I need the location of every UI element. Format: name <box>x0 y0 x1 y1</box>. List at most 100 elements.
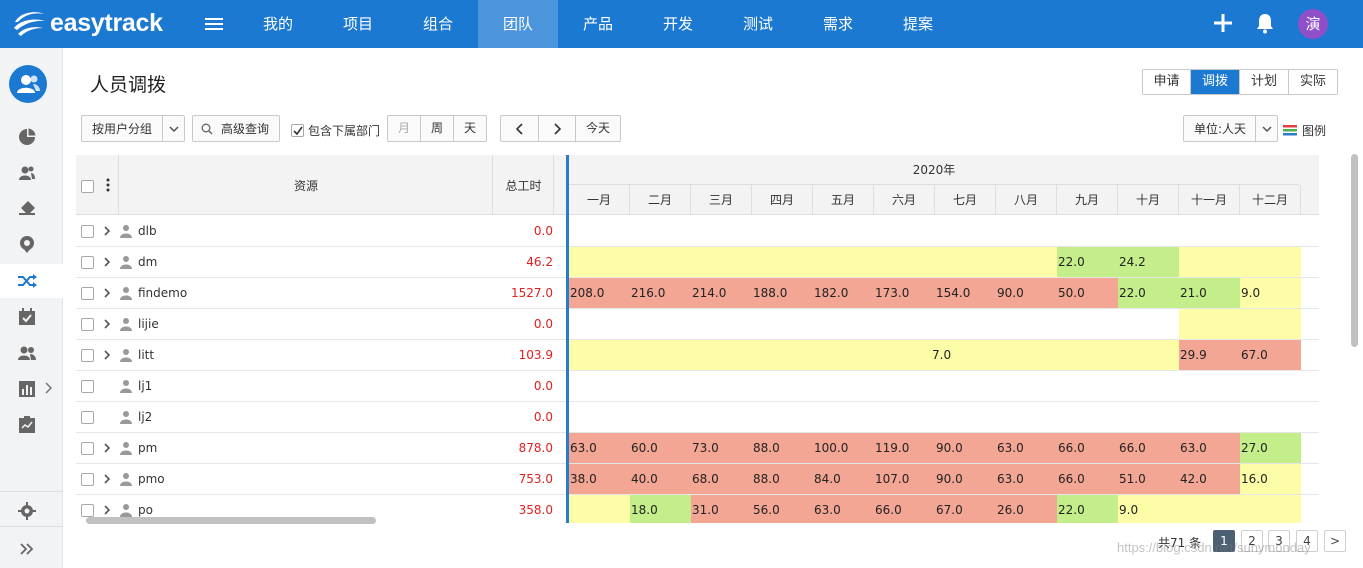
group-icon[interactable] <box>16 342 38 364</box>
chevron-right-icon[interactable] <box>102 318 112 330</box>
bar-chart-icon[interactable] <box>16 378 38 400</box>
nav-item[interactable]: 提案 <box>878 0 958 48</box>
settings-icon[interactable] <box>16 500 38 522</box>
allocation-cell[interactable]: 84.0 <box>813 464 874 494</box>
allocation-cell[interactable]: 60.0 <box>630 433 691 463</box>
allocation-cell[interactable]: 63.0 <box>569 433 630 463</box>
allocation-cell[interactable]: 100.0 <box>813 433 874 463</box>
next-button[interactable] <box>539 116 576 141</box>
allocation-cell[interactable]: 88.0 <box>752 464 813 494</box>
allocation-cell[interactable]: 182.0 <box>813 278 874 308</box>
horizontal-scrollbar[interactable] <box>86 517 376 524</box>
transfer-icon[interactable] <box>16 270 38 292</box>
include-sub-checkbox[interactable]: 包含下属部门 <box>291 122 380 139</box>
view-tab[interactable]: 申请 <box>1143 70 1191 94</box>
allocation-cell[interactable]: 154.0 <box>935 278 996 308</box>
allocation-cell[interactable]: 31.0 <box>691 495 752 523</box>
allocation-cell[interactable]: 56.0 <box>752 495 813 523</box>
allocation-cell[interactable]: 22.0 <box>1118 278 1179 308</box>
location-icon[interactable] <box>16 233 38 255</box>
table-row[interactable]: findemo 1527.0 <box>76 278 567 309</box>
row-checkbox[interactable] <box>81 287 94 300</box>
allocation-cell[interactable]: 40.0 <box>630 464 691 494</box>
table-row[interactable]: dlb 0.0 <box>76 216 567 247</box>
add-icon[interactable] <box>1213 13 1233 33</box>
vertical-scrollbar[interactable] <box>1351 154 1358 347</box>
allocation-cell[interactable]: 173.0 <box>874 278 935 308</box>
allocation-cell[interactable]: 66.0 <box>1057 433 1118 463</box>
pie-chart-icon[interactable] <box>16 126 38 148</box>
column-header-total[interactable]: 总工时 <box>493 177 554 194</box>
allocation-cell[interactable]: 107.0 <box>874 464 935 494</box>
allocation-cell[interactable]: 214.0 <box>691 278 752 308</box>
row-checkbox[interactable] <box>81 504 94 517</box>
allocation-cell[interactable]: 63.0 <box>996 464 1057 494</box>
row-checkbox[interactable] <box>81 442 94 455</box>
chevron-right-icon[interactable] <box>102 473 112 485</box>
allocation-cell[interactable]: 67.0 <box>1240 340 1301 370</box>
allocation-cell[interactable]: 18.0 <box>630 495 691 523</box>
nav-item[interactable]: 需求 <box>798 0 878 48</box>
advanced-search-button[interactable]: 高级查询 <box>192 115 280 142</box>
allocation-cell[interactable] <box>1179 247 1301 277</box>
allocation-cell[interactable]: 66.0 <box>1057 464 1118 494</box>
row-checkbox[interactable] <box>81 411 94 424</box>
allocation-cell[interactable]: 63.0 <box>1179 433 1240 463</box>
allocation-cell[interactable]: 88.0 <box>752 433 813 463</box>
nav-item[interactable]: 组合 <box>398 0 478 48</box>
allocation-cell[interactable]: 24.2 <box>1118 247 1179 277</box>
chevron-right-icon[interactable] <box>102 256 112 268</box>
checkbox-checked[interactable] <box>291 124 304 137</box>
legend-button[interactable]: 图例 <box>1283 122 1326 139</box>
row-checkbox[interactable] <box>81 380 94 393</box>
next-page-button[interactable]: > <box>1324 530 1346 552</box>
chevron-right-icon[interactable] <box>45 382 53 397</box>
app-logo[interactable]: easytrack <box>12 8 163 38</box>
row-checkbox[interactable] <box>81 473 94 486</box>
table-row[interactable]: litt 103.9 <box>76 340 567 371</box>
nav-item[interactable]: 我的 <box>238 0 318 48</box>
allocation-cell[interactable]: 188.0 <box>752 278 813 308</box>
allocation-cell[interactable]: 90.0 <box>935 433 996 463</box>
bell-icon[interactable] <box>1255 12 1275 34</box>
allocation-cell[interactable]: 22.0 <box>1057 247 1118 277</box>
nav-item[interactable]: 测试 <box>718 0 798 48</box>
table-row[interactable]: dm 46.2 <box>76 247 567 278</box>
view-tab[interactable]: 计划 <box>1240 70 1289 94</box>
allocation-cell[interactable]: 208.0 <box>569 278 630 308</box>
today-button[interactable]: 今天 <box>576 116 620 141</box>
prev-button[interactable] <box>501 116 539 141</box>
nav-item[interactable]: 产品 <box>558 0 638 48</box>
allocation-cell[interactable]: 66.0 <box>1118 433 1179 463</box>
chevron-right-icon[interactable] <box>102 225 112 237</box>
period-button[interactable]: 月 <box>388 116 421 141</box>
period-button[interactable]: 天 <box>454 116 486 141</box>
menu-icon[interactable] <box>205 14 225 34</box>
nav-item[interactable]: 团队 <box>478 0 558 48</box>
user-avatar[interactable]: 演 <box>1298 9 1328 39</box>
allocation-cell[interactable]: 67.0 <box>935 495 996 523</box>
table-row[interactable]: lijie 0.0 <box>76 309 567 340</box>
allocation-cell[interactable]: 27.0 <box>1240 433 1301 463</box>
allocation-cell[interactable] <box>1179 495 1301 523</box>
team-avatar-icon[interactable] <box>9 65 47 103</box>
allocation-cell[interactable]: 63.0 <box>996 433 1057 463</box>
nav-item[interactable]: 项目 <box>318 0 398 48</box>
users-icon[interactable] <box>16 162 38 184</box>
table-row[interactable]: pm 878.0 <box>76 433 567 464</box>
allocation-cell[interactable]: 7.0 <box>932 340 1179 370</box>
allocation-cell[interactable]: 68.0 <box>691 464 752 494</box>
period-button[interactable]: 周 <box>421 116 454 141</box>
allocation-cell[interactable]: 38.0 <box>569 464 630 494</box>
column-header-resource[interactable]: 资源 <box>119 177 493 194</box>
nav-item[interactable]: 开发 <box>638 0 718 48</box>
row-checkbox[interactable] <box>81 349 94 362</box>
allocation-cell[interactable] <box>1179 309 1301 339</box>
eraser-icon[interactable] <box>16 197 38 219</box>
more-vertical-icon[interactable] <box>106 178 110 192</box>
allocation-cell[interactable]: 9.0 <box>1118 495 1179 523</box>
expand-sidebar-icon[interactable] <box>16 538 38 560</box>
allocation-cell[interactable]: 9.0 <box>1240 278 1301 308</box>
view-tab[interactable]: 调拨 <box>1191 70 1240 94</box>
allocation-cell[interactable]: 16.0 <box>1240 464 1301 494</box>
